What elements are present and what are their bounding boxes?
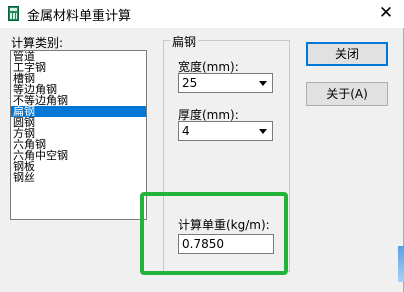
calculator-icon <box>8 6 19 21</box>
about-button[interactable]: 关于(A) <box>306 82 388 106</box>
group-title: 扁钢 <box>170 33 199 50</box>
calc-window: 金属材料单重计算 ✕ 计算类别: 管道 工字钢 槽钢 等边角钢 不等边角钢 扁钢 圆钢 方钢六… <box>0 0 404 292</box>
calc-type-listbox[interactable]: 管道 工字钢 槽钢 等边角钢 不等边角钢 扁钢 圆钢 方钢 六角钢 六角中空钢 钢板 钢丝 <box>10 50 147 220</box>
chevron-down-icon[interactable] <box>255 123 271 139</box>
close-button[interactable]: 关闭 <box>306 42 388 66</box>
thickness-value: 4 <box>182 124 190 138</box>
window-title: 金属材料单重计算 <box>27 9 132 24</box>
highlight-box <box>140 192 288 275</box>
width-value: 25 <box>182 76 198 90</box>
calc-type-label: 计算类别: <box>11 36 64 50</box>
thickness-combobox[interactable]: 4 <box>178 121 273 141</box>
chevron-down-icon[interactable] <box>255 75 271 91</box>
title-bar[interactable]: 金属材料单重计算 ✕ <box>0 0 404 28</box>
width-combobox[interactable]: 25 <box>178 73 273 93</box>
list-item[interactable]: 钢丝 <box>11 172 146 183</box>
background-window-edge <box>398 246 404 282</box>
close-icon[interactable]: ✕ <box>372 1 400 25</box>
